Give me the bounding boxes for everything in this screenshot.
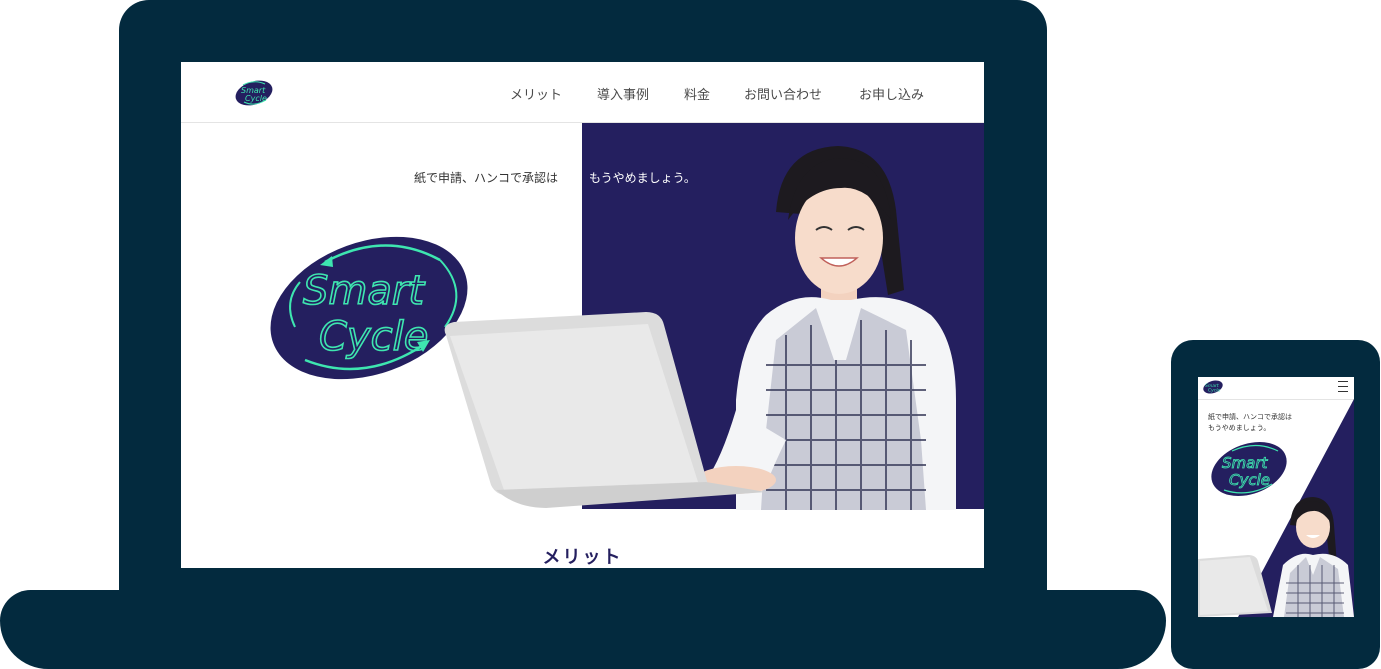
mobile-hero-photo: [1198, 497, 1354, 617]
desktop-nav-bar: Smart Cycle メリット 導入事例 料金 お問い合わせ お申し込み: [181, 62, 984, 123]
nav-logo[interactable]: Smart Cycle: [233, 78, 275, 108]
svg-text:Smart: Smart: [1222, 454, 1268, 472]
nav-link-pricing[interactable]: 料金: [684, 84, 710, 103]
smart-cycle-logo-icon: Smart Cycle: [235, 80, 273, 106]
hero-photo-woman-laptop: [444, 146, 956, 510]
desktop-screen: Smart Cycle メリット 導入事例 料金 お問い合わせ お申し込み 紙で…: [181, 62, 984, 568]
laptop-base: [0, 590, 1166, 669]
mobile-screen: Smart Cycle 紙で申請、ハンコで承認は もうやめましょう。 Smart…: [1198, 377, 1354, 617]
mobile-nav-bar: Smart Cycle: [1198, 377, 1354, 400]
mobile-hero-logo-icon: Smart Cycle: [1211, 441, 1287, 497]
svg-text:Smart: Smart: [303, 268, 425, 314]
svg-text:Cycle: Cycle: [1229, 471, 1270, 489]
mobile-tagline-line2: もうやめましょう。: [1208, 424, 1271, 432]
svg-text:Cycle: Cycle: [245, 94, 267, 103]
nav-link-contact[interactable]: お問い合わせ: [744, 84, 822, 103]
merit-section-title: メリット: [542, 547, 623, 568]
svg-text:Cycle: Cycle: [1208, 388, 1221, 394]
svg-text:Cycle: Cycle: [319, 314, 428, 360]
nav-link-case-studies[interactable]: 導入事例: [597, 84, 649, 103]
hamburger-menu-icon[interactable]: [1338, 381, 1348, 392]
nav-link-merit[interactable]: メリット: [510, 84, 562, 103]
mobile-logo-icon[interactable]: Smart Cycle: [1202, 379, 1224, 395]
mobile-tagline-line1: 紙で申請、ハンコで承認は: [1208, 413, 1292, 421]
nav-link-apply[interactable]: お申し込み: [859, 84, 924, 103]
